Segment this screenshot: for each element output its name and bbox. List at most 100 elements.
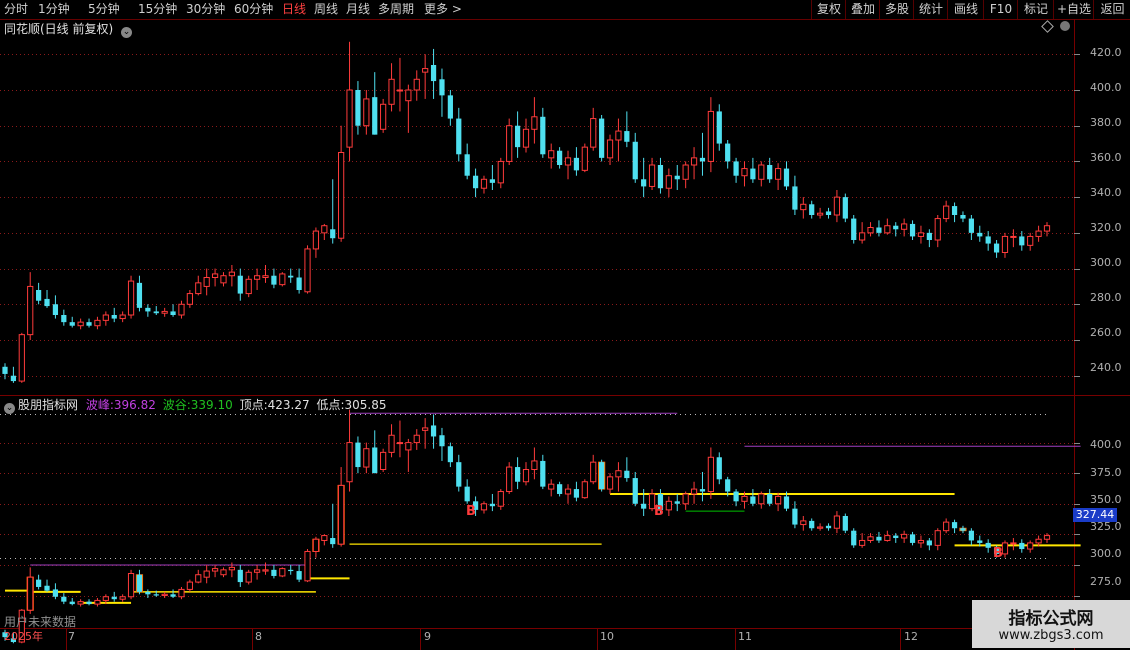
main-candle-down (44, 298, 50, 307)
buy-marker-3: B (993, 546, 1003, 561)
main-candle-up (312, 230, 320, 250)
ind-candle-up (228, 566, 235, 571)
main-candle-down (767, 165, 773, 180)
main-candle-down (985, 236, 991, 244)
ind-candle-up (27, 576, 34, 611)
ind-candle-down (960, 528, 966, 531)
main-candle-up (934, 218, 941, 241)
ind-candle-down (61, 596, 67, 602)
main-candle-down (977, 232, 983, 237)
main-candle-down (993, 243, 1000, 253)
ind-candle-up (774, 495, 782, 505)
watermark-logo: 指标公式网 www.zbgs3.com (972, 600, 1130, 648)
main-candle-up (548, 150, 555, 159)
y-tick-main-4: 340.0 (1090, 186, 1122, 199)
main-candle-up (338, 152, 345, 239)
main-candle-up (774, 168, 782, 180)
y-tick-main-0: 420.0 (1090, 46, 1122, 59)
main-candle-up (195, 282, 202, 295)
main-candle-down (573, 157, 580, 171)
main-candle-down (825, 211, 832, 215)
main-candle-down (237, 275, 243, 294)
main-candle-down (69, 322, 75, 326)
ind-candle-down (1019, 542, 1025, 550)
ind-candle-down (69, 601, 75, 605)
ind-candle-down (296, 571, 302, 580)
main-candle-up (590, 118, 597, 148)
main-candle-up (707, 110, 714, 162)
ind-candle-up (245, 571, 252, 583)
ind-candle-up (917, 539, 925, 544)
ind-candle-up (682, 493, 689, 505)
ind-candle-up (800, 520, 807, 526)
ind-candle-down (968, 530, 974, 541)
main-candle-up (321, 225, 328, 234)
main-candle-down (456, 118, 462, 155)
main-candle-up (943, 205, 950, 220)
main-candle-up (127, 280, 135, 316)
kline-chart[interactable] (0, 0, 1130, 650)
y-tick-main-5: 320.0 (1090, 221, 1122, 234)
ind-candle-down (430, 425, 437, 437)
main-candle-down (599, 118, 605, 158)
main-candle-up (497, 160, 504, 184)
x-label-oct: 10 (600, 630, 614, 643)
ind-candle-down (557, 484, 563, 494)
ind-candle-down (111, 596, 117, 600)
ind-candle-up (413, 434, 420, 444)
main-candle-up (833, 196, 841, 216)
current-price-tag: 327.44 (1073, 508, 1117, 522)
ind-candle-up (77, 601, 84, 605)
ind-candle-up (186, 581, 193, 590)
ind-candle-down (52, 589, 59, 597)
main-candle-down (699, 157, 706, 162)
ind-candle-down (909, 534, 916, 543)
main-candle-down (632, 141, 638, 180)
ind-candle-down (153, 594, 159, 596)
main-candle-up (480, 178, 488, 189)
main-candle-up (413, 78, 420, 91)
main-candle-down (136, 282, 143, 308)
main-candle-up (648, 164, 656, 187)
ind-candle-up (253, 569, 261, 573)
main-candle-down (61, 315, 67, 323)
ind-candle-up (304, 550, 311, 582)
y-tick-main-6: 300.0 (1090, 256, 1122, 269)
main-candle-up (396, 89, 404, 92)
ind-candle-up (884, 535, 891, 541)
x-label-year: 2025年 (4, 630, 43, 643)
main-candle-down (288, 275, 294, 278)
main-candle-up (522, 128, 530, 148)
ind-candle-up (388, 434, 395, 453)
ind-candle-down (136, 574, 143, 592)
ind-candle-down (573, 489, 580, 498)
ind-candle-down (674, 501, 680, 504)
x-label-jul: 7 (68, 630, 75, 643)
ind-candle-down (145, 591, 151, 595)
main-candle-down (968, 218, 974, 233)
ind-candle-up (859, 539, 866, 546)
main-candle-up (682, 164, 689, 180)
main-candle-up (1001, 235, 1009, 254)
ind-candle-down (464, 486, 470, 502)
y-tick-ind-0: 400.0 (1090, 438, 1122, 451)
main-candle-down (36, 290, 42, 301)
ind-candle-up (161, 593, 168, 597)
main-candle-up (817, 212, 824, 216)
ind-candle-down (767, 493, 773, 504)
future-data-label: 用户未来数据 (4, 615, 77, 629)
y-tick-main-3: 360.0 (1090, 151, 1122, 164)
main-candle-down (430, 65, 437, 82)
main-candle-down (2, 366, 8, 374)
main-candle-down (725, 143, 731, 162)
ind-candle-up (690, 488, 698, 495)
ind-candle-up (127, 573, 135, 598)
main-candle-up (346, 89, 353, 148)
ind-candle-down (951, 522, 958, 529)
ind-candle-up (405, 442, 412, 451)
main-candle-up (102, 314, 109, 321)
ind-candle-up (1001, 542, 1009, 555)
main-candle-down (851, 218, 857, 240)
ind-candle-up (338, 484, 345, 545)
ind-candle-up (506, 466, 513, 493)
